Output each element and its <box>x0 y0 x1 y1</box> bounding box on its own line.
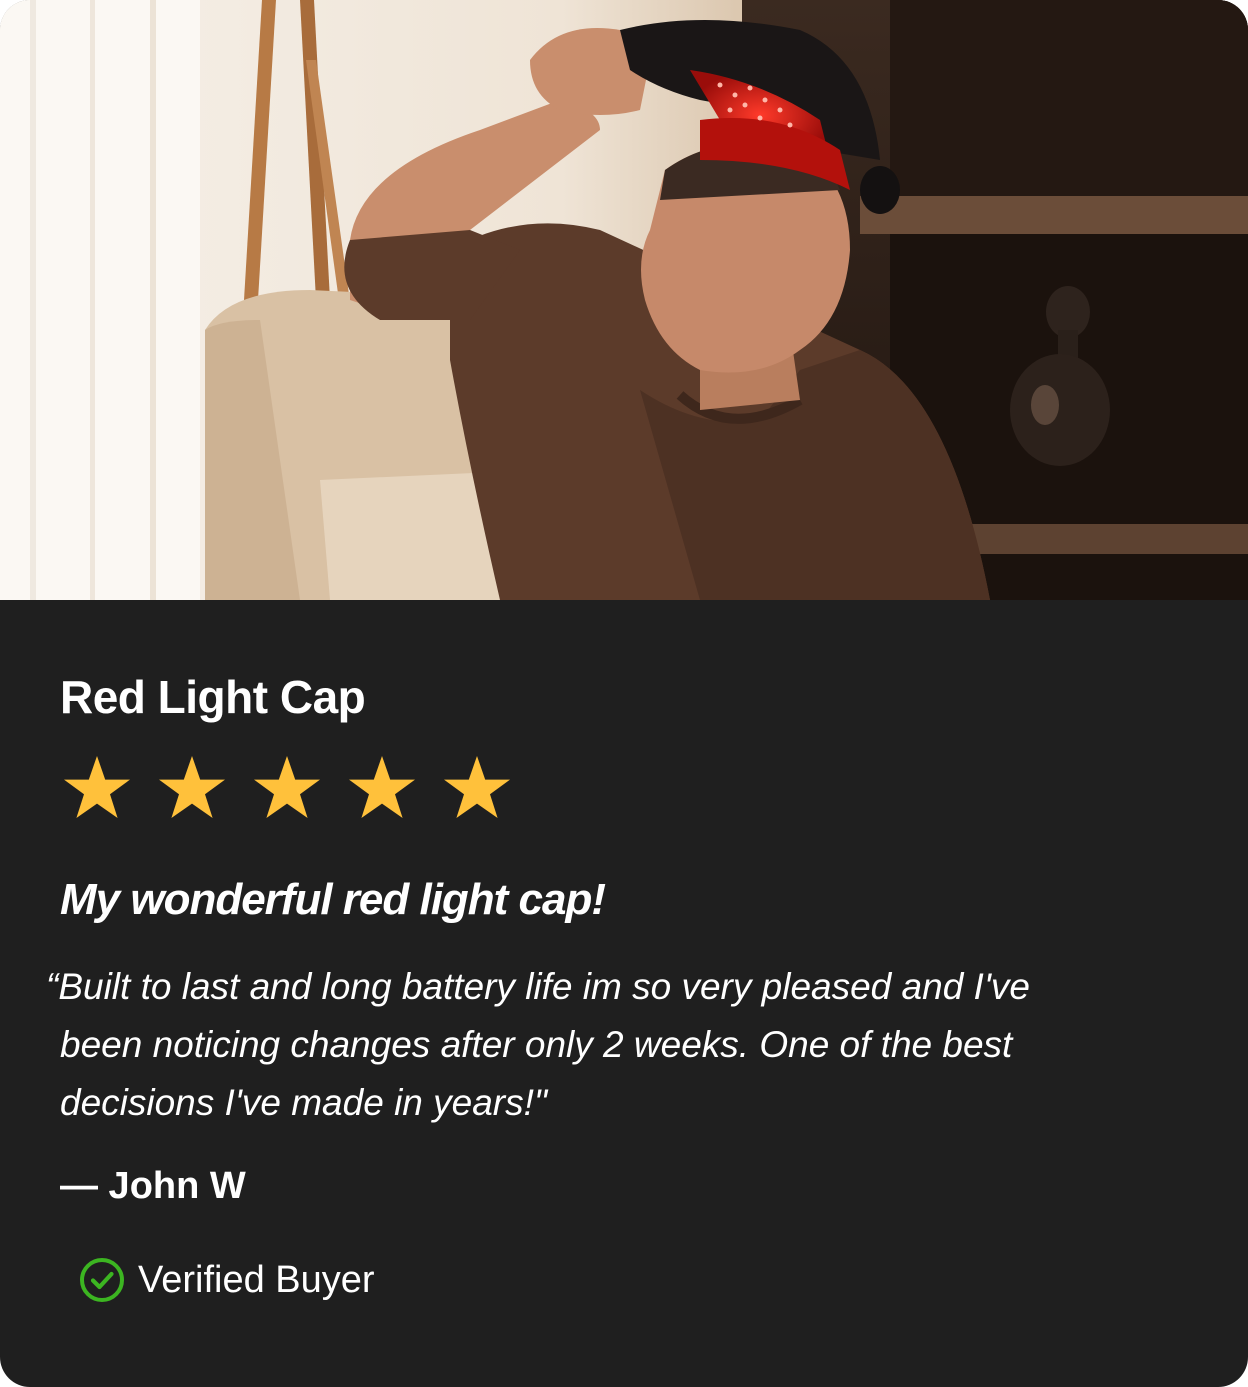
review-quote-line: “Built to last and long battery life im … <box>46 966 1030 1007</box>
star-icon <box>159 756 225 818</box>
review-quote: “Built to last and long battery life im … <box>46 958 1196 1132</box>
review-content: Red Light Cap My wonderful red light cap… <box>0 600 1248 1387</box>
star-icon <box>254 756 320 818</box>
review-quote-line: been noticing changes after only 2 weeks… <box>60 1024 1013 1065</box>
star-icon <box>444 756 510 818</box>
star-icon <box>349 756 415 818</box>
product-title: Red Light Cap <box>60 671 366 723</box>
review-author: — John W <box>60 1165 246 1207</box>
star-icon <box>64 756 130 818</box>
review-title: My wonderful red light cap! <box>60 875 606 924</box>
verified-badge: Verified Buyer <box>78 1256 375 1304</box>
check-circle-icon <box>80 1258 124 1302</box>
review-quote-line: decisions I've made in years!" <box>60 1082 548 1123</box>
review-card: Red Light Cap My wonderful red light cap… <box>0 0 1248 1387</box>
verified-label: Verified Buyer <box>138 1258 375 1301</box>
star-rating <box>58 752 533 824</box>
hero-image <box>0 0 1248 600</box>
